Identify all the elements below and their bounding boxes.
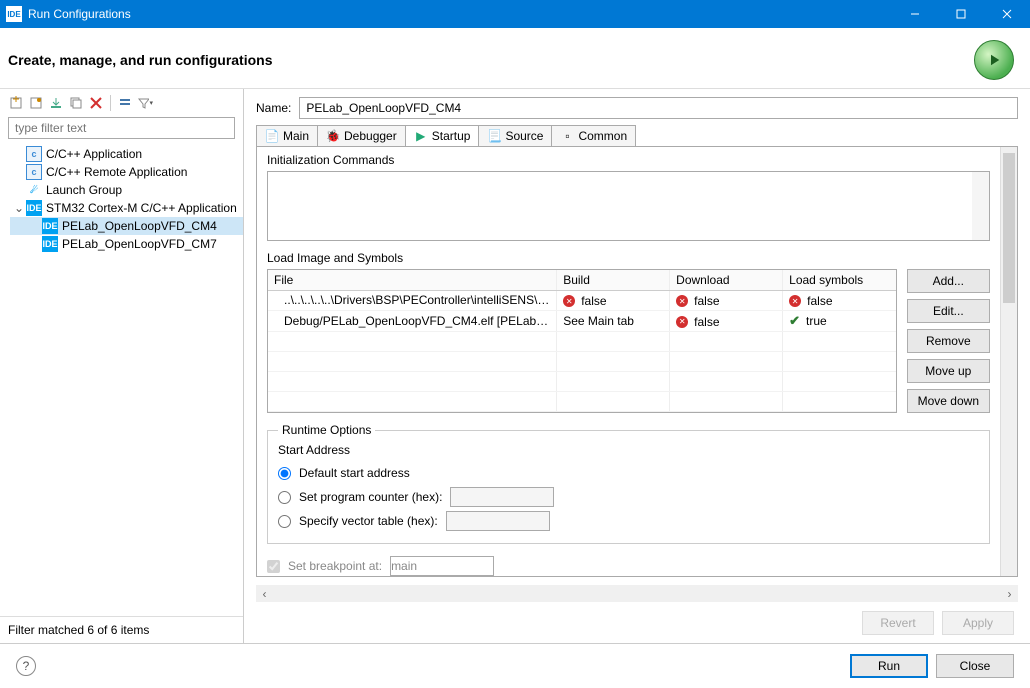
help-icon[interactable]: ?: [16, 656, 36, 676]
init-commands-label: Initialization Commands: [267, 153, 990, 167]
filter-status: Filter matched 6 of 6 items: [0, 616, 243, 643]
tab-main[interactable]: 📄Main: [256, 125, 318, 146]
tab-content: Initialization Commands Load Image and S…: [257, 147, 1000, 576]
moveup-button[interactable]: Move up: [907, 359, 990, 383]
app-icon: IDE: [6, 6, 22, 22]
tree-item[interactable]: ☄Launch Group: [10, 181, 243, 199]
tree-item[interactable]: cC/C++ Remote Application: [10, 163, 243, 181]
breakpoint-checkbox: [267, 560, 280, 573]
program-counter-input[interactable]: [450, 487, 554, 507]
false-icon: ✕: [789, 295, 801, 307]
add-button[interactable]: Add...: [907, 269, 990, 293]
play-icon: ▶: [414, 129, 428, 143]
load-image-label: Load Image and Symbols: [267, 251, 990, 265]
default-start-radio[interactable]: [278, 467, 291, 480]
name-label: Name:: [256, 101, 291, 115]
table-row[interactable]: ..\..\..\..\..\Drivers\BSP\PEController\…: [268, 290, 896, 311]
col-build[interactable]: Build: [557, 270, 670, 290]
filter-icon[interactable]: ▾: [137, 95, 153, 111]
edit-button[interactable]: Edit...: [907, 299, 990, 323]
movedown-button[interactable]: Move down: [907, 389, 990, 413]
tab-bar: 📄Main 🐞Debugger ▶Startup 📃Source ▫Common: [244, 125, 1030, 146]
vertical-scrollbar[interactable]: [1000, 147, 1017, 576]
title-bar: IDE Run Configurations: [0, 0, 1030, 28]
tree-item[interactable]: IDEPELab_OpenLoopVFD_CM7: [10, 235, 243, 253]
col-file[interactable]: File: [268, 270, 557, 290]
tree-item[interactable]: ⌄IDESTM32 Cortex-M C/C++ Application: [10, 199, 243, 217]
runtime-options-group: Runtime Options Start Address Default st…: [267, 423, 990, 544]
run-big-icon: [974, 40, 1014, 80]
tree-item[interactable]: cC/C++ Application: [10, 145, 243, 163]
table-row[interactable]: Debug/PELab_OpenLoopVFD_CM4.elf [PELab_O…: [268, 311, 896, 332]
new-prototype-icon[interactable]: [28, 95, 44, 111]
maximize-button[interactable]: [938, 0, 984, 28]
left-toolbar: ▾: [0, 89, 243, 115]
tab-startup[interactable]: ▶Startup: [405, 125, 480, 146]
minimize-button[interactable]: [892, 0, 938, 28]
delete-icon[interactable]: [88, 95, 104, 111]
name-input[interactable]: [299, 97, 1018, 119]
new-config-icon[interactable]: [8, 95, 24, 111]
horizontal-scrollbar[interactable]: ‹ ›: [256, 585, 1018, 602]
init-commands-input[interactable]: [267, 171, 990, 241]
runtime-options-label: Runtime Options: [278, 423, 375, 437]
duplicate-icon[interactable]: [68, 95, 84, 111]
remove-button[interactable]: Remove: [907, 329, 990, 353]
config-tree[interactable]: cC/C++ Application cC/C++ Remote Applica…: [0, 143, 243, 616]
false-icon: ✕: [563, 295, 575, 307]
apply-button[interactable]: Apply: [942, 611, 1014, 635]
bug-icon: 🐞: [326, 129, 340, 143]
run-button[interactable]: Run: [850, 654, 928, 678]
tab-debugger[interactable]: 🐞Debugger: [317, 125, 406, 146]
right-panel: Name: 📄Main 🐞Debugger ▶Startup 📃Source ▫…: [244, 89, 1030, 643]
window-title: Run Configurations: [28, 7, 892, 21]
dialog-footer: ? Run Close: [0, 643, 1030, 688]
revert-button[interactable]: Revert: [862, 611, 934, 635]
chevron-down-icon[interactable]: ⌄: [14, 201, 26, 215]
vector-table-input[interactable]: [446, 511, 550, 531]
close-window-button[interactable]: [984, 0, 1030, 28]
export-icon[interactable]: [48, 95, 64, 111]
col-symbols[interactable]: Load symbols: [783, 270, 896, 290]
scroll-right-icon[interactable]: ›: [1001, 585, 1018, 602]
tab-common[interactable]: ▫Common: [551, 125, 636, 146]
filter-box: [8, 117, 235, 139]
scroll-left-icon[interactable]: ‹: [256, 585, 273, 602]
col-download[interactable]: Download: [670, 270, 783, 290]
breakpoint-input[interactable]: [390, 556, 494, 576]
false-icon: ✕: [676, 316, 688, 328]
left-panel: ▾ cC/C++ Application cC/C++ Remote Appli…: [0, 89, 244, 643]
close-button[interactable]: Close: [936, 654, 1014, 678]
dialog-title: Create, manage, and run configurations: [8, 52, 974, 68]
document-icon: 📄: [265, 129, 279, 143]
tab-source[interactable]: 📃Source: [478, 125, 552, 146]
tree-item[interactable]: IDEPELab_OpenLoopVFD_CM4: [10, 217, 243, 235]
common-icon: ▫: [560, 129, 574, 143]
load-table[interactable]: File Build Download Load symbols ..\..\.…: [267, 269, 897, 413]
start-address-label: Start Address: [278, 443, 979, 457]
collapse-all-icon[interactable]: [117, 95, 133, 111]
check-icon: ✔: [789, 313, 800, 329]
launch-group-icon: ☄: [26, 182, 42, 198]
vector-table-radio[interactable]: [278, 515, 291, 528]
breakpoint-label: Set breakpoint at:: [288, 559, 382, 573]
scrollbar[interactable]: [972, 172, 989, 240]
false-icon: ✕: [676, 295, 688, 307]
program-counter-radio[interactable]: [278, 491, 291, 504]
filter-input[interactable]: [8, 117, 235, 139]
dialog-header: Create, manage, and run configurations: [0, 28, 1030, 89]
source-icon: 📃: [487, 129, 501, 143]
